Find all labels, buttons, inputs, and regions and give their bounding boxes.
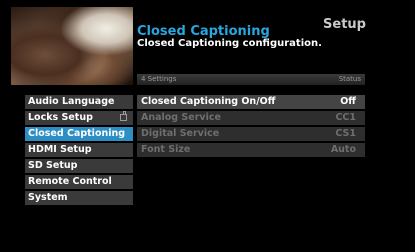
page-title: Closed Captioning xyxy=(137,24,270,39)
menu-item-label: HDMI Setup xyxy=(28,144,92,155)
settings-count: 4 Settings xyxy=(141,75,177,83)
menu-item-sd-setup[interactable]: SD Setup xyxy=(25,159,133,173)
settings-header-bar: 4 Settings Status xyxy=(137,74,365,85)
menu-item-label: System xyxy=(28,192,68,203)
menu-item-label: Audio Language xyxy=(28,96,115,107)
menu-item-locks-setup[interactable]: Locks Setup xyxy=(25,111,133,125)
setting-value: CC1 xyxy=(335,112,356,123)
preview-thumbnail xyxy=(11,7,133,85)
setting-analog-service: Analog Service CC1 xyxy=(137,111,365,125)
menu-item-hdmi-setup[interactable]: HDMI Setup xyxy=(25,143,133,157)
status-column-label: Status xyxy=(338,75,361,83)
lock-icon xyxy=(120,111,127,121)
setting-name: Analog Service xyxy=(141,112,221,123)
menu-item-remote-control[interactable]: Remote Control xyxy=(25,175,133,189)
setting-value: Auto xyxy=(330,144,356,155)
section-label: Setup xyxy=(323,17,366,32)
menu-item-label: Locks Setup xyxy=(28,112,93,123)
setting-name: Font Size xyxy=(141,144,191,155)
menu-item-label: Closed Captioning xyxy=(28,128,126,139)
setting-name: Closed Captioning On/Off xyxy=(141,96,276,107)
menu-item-audio-language[interactable]: Audio Language xyxy=(25,95,133,109)
setting-cc-on-off[interactable]: Closed Captioning On/Off Off xyxy=(137,95,365,109)
setup-menu: Audio Language Locks Setup Closed Captio… xyxy=(25,95,133,207)
setting-digital-service: Digital Service CS1 xyxy=(137,127,365,141)
setting-name: Digital Service xyxy=(141,128,220,139)
setting-value: CS1 xyxy=(335,128,356,139)
setting-value: Off xyxy=(340,96,356,107)
menu-item-label: SD Setup xyxy=(28,160,78,171)
menu-item-system[interactable]: System xyxy=(25,191,133,205)
settings-list: Closed Captioning On/Off Off Analog Serv… xyxy=(137,95,365,159)
menu-item-closed-captioning[interactable]: Closed Captioning xyxy=(25,127,133,141)
setting-font-size: Font Size Auto xyxy=(137,143,365,157)
menu-item-label: Remote Control xyxy=(28,176,112,187)
page-subtitle: Closed Captioning configuration. xyxy=(137,38,322,49)
